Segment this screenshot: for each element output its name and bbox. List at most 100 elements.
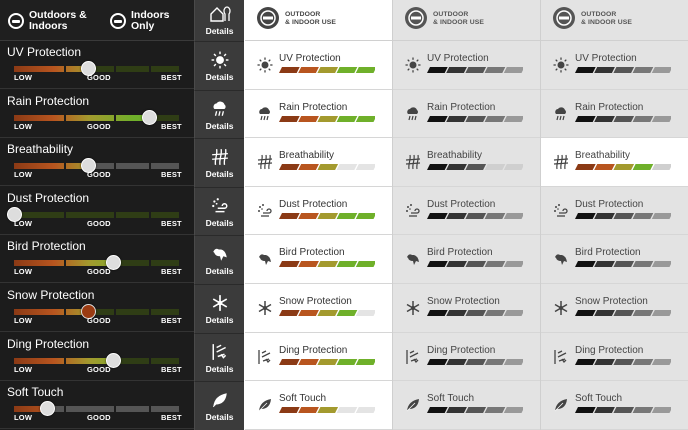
scale-label-good: GOOD (87, 316, 111, 325)
rating-bar-segment (503, 261, 523, 268)
slider-remainder (113, 357, 179, 364)
slider-gap (64, 114, 66, 121)
rating-bar-segment (613, 358, 635, 365)
product-column[interactable]: OUTDOOR & INDOOR USE UV Protection Rain Pr… (245, 0, 393, 430)
rating-slider-track[interactable] (14, 109, 179, 125)
rating-bar-segment (336, 212, 358, 219)
rating-slider-track[interactable] (7, 206, 179, 222)
rating-bar (575, 358, 671, 365)
rating-bar-segment (575, 115, 596, 122)
rating-label: Dust Protection (279, 198, 348, 210)
rating-bar-segment (651, 310, 671, 316)
product-column[interactable]: OUTDOOR & INDOOR USE UV Protection Rain Pr… (393, 0, 541, 430)
rating-bar-segment (484, 212, 506, 219)
indoors-only-toggle[interactable]: Indoors Only (110, 7, 170, 35)
rating-cell: Ding Protection (541, 333, 688, 382)
outdoors-indoors-toggle[interactable]: Outdoors & Indoors (8, 7, 87, 35)
control-title: Snow Protection (7, 288, 95, 302)
details-button[interactable]: Details (194, 186, 244, 236)
breathability-icon (211, 148, 229, 166)
rating-bar (427, 164, 523, 171)
details-label: Details (205, 72, 234, 82)
slider-gap (114, 66, 116, 72)
rating-bar (575, 212, 671, 219)
slider-gap (149, 211, 151, 218)
rating-bar-segment (298, 407, 319, 414)
rating-bar (575, 261, 671, 268)
rating-slider-track[interactable] (14, 304, 179, 319)
control-row: Snow Protection LOW GOOD BEST (0, 284, 194, 332)
rating-bar-segment (613, 261, 635, 268)
rating-bar-segment (317, 310, 339, 316)
product-header: OUTDOOR & INDOOR USE (541, 0, 688, 41)
rating-bar-segment (279, 164, 300, 171)
rating-bar-segment (632, 164, 654, 171)
product-column[interactable]: OUTDOOR & INDOOR USE UV Protection Rain Pr… (541, 0, 688, 430)
rating-bar-segment (298, 115, 319, 122)
slider-gap (149, 163, 151, 170)
rating-bar-segment (651, 115, 671, 122)
rating-slider-track[interactable] (14, 61, 179, 76)
sun-icon (405, 57, 421, 73)
control-title: Breathability (7, 142, 74, 157)
product-title: OUTDOOR & INDOOR USE (285, 11, 337, 26)
rating-bar-segment (465, 164, 487, 171)
breathability-icon (257, 154, 273, 170)
details-button[interactable]: Details (194, 0, 244, 41)
rating-bar-segment (613, 310, 635, 316)
rating-bar-segment (484, 261, 506, 268)
rating-slider-track[interactable] (14, 352, 179, 368)
rating-bar (427, 310, 523, 316)
rating-bar (575, 67, 671, 73)
details-button[interactable]: Details (194, 138, 244, 187)
details-label: Details (205, 217, 234, 228)
scale-label-good: GOOD (87, 218, 111, 228)
slider-gap (114, 163, 116, 170)
snowflake-icon (211, 294, 229, 312)
rating-bar-segment (484, 310, 506, 316)
slider-fill (14, 309, 89, 315)
rating-bar-segment (355, 261, 375, 268)
slider-knob[interactable] (142, 109, 158, 125)
scale-label-low: LOW (14, 121, 33, 131)
rating-bar (279, 261, 375, 268)
rating-bar-segment (632, 358, 654, 365)
details-button[interactable]: Details (194, 41, 244, 90)
control-title: Soft Touch (7, 385, 64, 400)
rating-bar-segment (355, 115, 375, 122)
rating-label: Soft Touch (427, 393, 475, 405)
rating-label: UV Protection (575, 53, 637, 64)
rating-bar-segment (632, 407, 654, 414)
rating-slider-track[interactable] (14, 158, 179, 174)
outdoor-indoor-icon (405, 7, 427, 29)
rating-cell: Rain Protection (541, 90, 688, 139)
details-button[interactable]: Details (194, 381, 244, 430)
indoor-icon (110, 13, 126, 29)
details-button[interactable]: Details (194, 89, 244, 139)
rating-label: Soft Touch (575, 393, 623, 405)
rating-bar (427, 212, 523, 219)
rating-bar-segment (427, 261, 448, 268)
scale-label-low: LOW (14, 218, 33, 228)
details-button[interactable]: Details (194, 235, 244, 284)
rating-cell: Breathability (245, 138, 393, 187)
rating-slider-track[interactable] (14, 401, 179, 417)
rating-bar-segment (336, 67, 358, 73)
slider-gap (149, 66, 151, 72)
rating-bar (427, 115, 523, 122)
control-row: Soft Touch LOW GOOD BEST (0, 381, 194, 430)
rating-bar (279, 164, 375, 171)
details-button[interactable]: Details (194, 284, 244, 333)
details-label: Details (205, 363, 234, 374)
control-row: Bird Protection LOW GOOD BEST (0, 235, 194, 284)
control-row: Ding Protection LOW GOOD BEST (0, 333, 194, 381)
control-title: UV Protection (7, 45, 82, 59)
rating-cell: UV Protection (393, 41, 541, 90)
rating-slider-track[interactable] (14, 255, 179, 271)
slider-knob[interactable] (40, 401, 55, 417)
slider-gap (114, 211, 116, 218)
outdoor-indoor-icon (257, 7, 279, 29)
slider-gap (149, 406, 151, 413)
rating-bar-segment (298, 358, 319, 365)
details-button[interactable]: Details (194, 332, 244, 382)
